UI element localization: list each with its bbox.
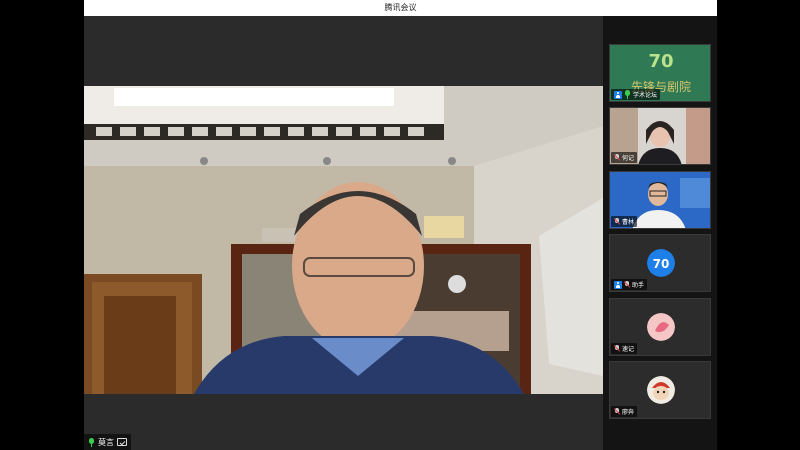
main-video-area[interactable]: 莫言 (84, 16, 603, 450)
avatar-text: 70 (653, 257, 670, 271)
participant-avatar (647, 376, 675, 404)
speaker-video[interactable] (84, 86, 603, 394)
host-icon (614, 280, 622, 289)
participant-label: 曹林 (611, 216, 638, 227)
speaker-video-frame (84, 86, 603, 394)
mic-icon (624, 90, 631, 99)
mic-muted-icon (614, 408, 620, 415)
screen-share-icon (117, 438, 127, 446)
speaker-name-label: 莫言 (84, 434, 131, 450)
mic-muted-icon (614, 345, 620, 352)
participant-name: 何记 (622, 155, 635, 162)
screen-background: 腾讯会议 莫言 70 先锋与剧院 学术论坛 何记 曹林 70 助手 速记 廖奔 (0, 0, 800, 450)
participant-name: 速记 (622, 346, 635, 353)
mic-muted-icon (624, 281, 630, 288)
participant-name: 学术论坛 (633, 92, 658, 99)
participant-label: 助手 (611, 279, 648, 290)
participant-avatar: 70 (647, 249, 675, 277)
participant-label: 廖奔 (611, 406, 638, 417)
participant-tile[interactable]: 廖奔 (609, 361, 711, 419)
participant-label: 何记 (611, 152, 638, 163)
participant-avatar (647, 313, 675, 341)
window-title: 腾讯会议 (84, 0, 717, 16)
participant-name: 廖奔 (622, 409, 635, 416)
speaker-name: 莫言 (98, 437, 114, 447)
participant-label: 学术论坛 (611, 89, 661, 100)
participant-tile[interactable]: 70 先锋与剧院 学术论坛 (609, 44, 711, 102)
logo-number: 70 (648, 51, 673, 72)
participant-sidebar[interactable]: 70 先锋与剧院 学术论坛 何记 曹林 70 助手 速记 廖奔 (603, 16, 717, 450)
mic-active-icon (88, 437, 95, 447)
participant-name: 曹林 (622, 219, 635, 226)
mic-muted-icon (614, 154, 620, 161)
host-icon (614, 90, 622, 99)
participant-tile[interactable]: 何记 (609, 107, 711, 165)
participant-tile[interactable]: 速记 (609, 298, 711, 356)
participant-tile[interactable]: 70 助手 (609, 234, 711, 292)
meeting-window: 腾讯会议 莫言 70 先锋与剧院 学术论坛 何记 曹林 70 助手 速记 廖奔 (84, 0, 717, 450)
participant-tile[interactable]: 曹林 (609, 171, 711, 229)
participant-name: 助手 (632, 282, 645, 289)
participant-label: 速记 (611, 343, 638, 354)
mic-muted-icon (614, 218, 620, 225)
